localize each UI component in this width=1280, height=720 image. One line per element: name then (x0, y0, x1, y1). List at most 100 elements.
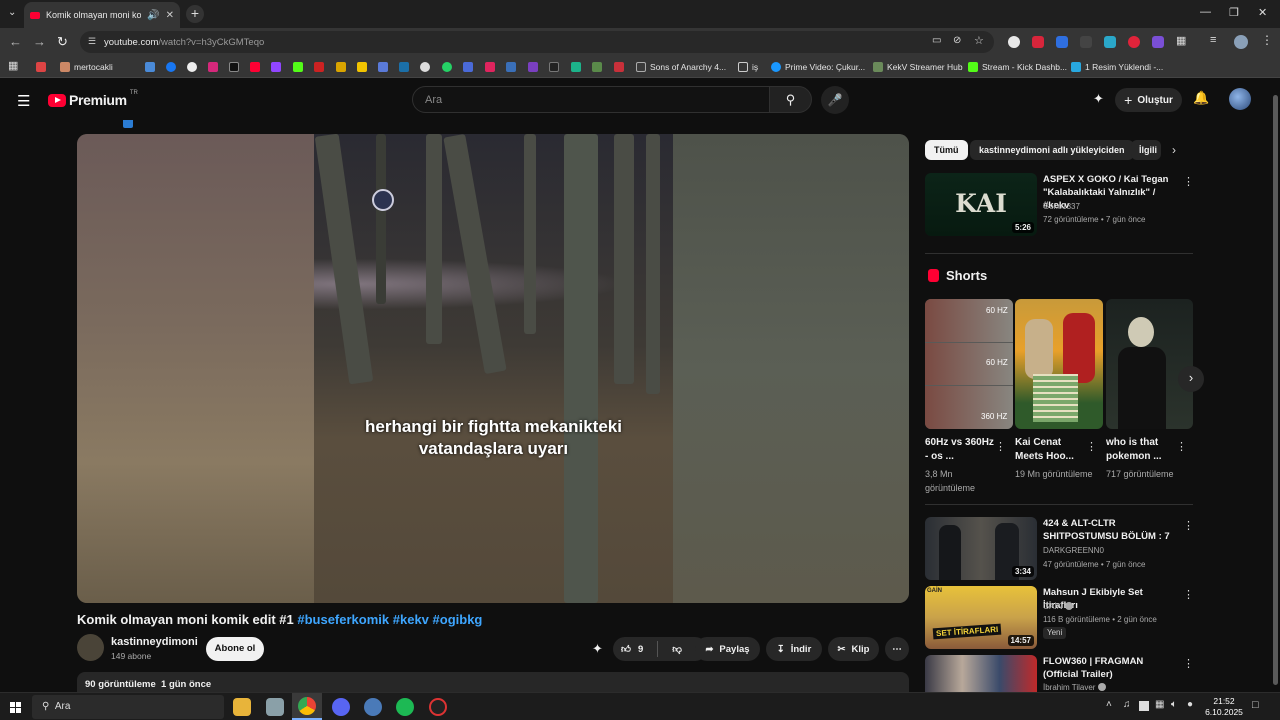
minimize-icon[interactable]: — (1200, 6, 1211, 18)
google-icon[interactable] (187, 62, 197, 72)
more-options-icon[interactable]: ⋮ (1086, 440, 1097, 453)
channel-avatar[interactable] (77, 634, 104, 661)
chip-related[interactable]: İlgili (1131, 140, 1161, 160)
notifications-icon[interactable]: □ (1252, 699, 1259, 711)
close-tab-icon[interactable]: ✕ (166, 10, 174, 21)
forward-icon[interactable]: → (33, 34, 46, 49)
extension-icon[interactable] (1128, 36, 1140, 48)
bookmark-favicon-icon[interactable] (549, 62, 559, 72)
restore-icon[interactable]: ❐ (1229, 6, 1239, 19)
short-title[interactable]: 60Hz vs 360Hz - os ... (925, 436, 1000, 464)
apps-grid-icon[interactable]: ▦ (8, 59, 18, 72)
close-window-icon[interactable]: ✕ (1258, 6, 1267, 19)
video-title[interactable]: 424 & ALT-CLTR SHITPOSTUMSU BÖLÜM : 7 (1043, 517, 1178, 543)
discord-icon[interactable] (332, 698, 350, 716)
back-icon[interactable]: ← (9, 34, 22, 49)
browser-tab-active[interactable]: Komik olmayan moni komik edit #1 #busefe… (24, 2, 180, 28)
dislike-button[interactable]: 👎︎ (672, 643, 682, 655)
share-button[interactable]: ➦ Paylaş (695, 637, 760, 661)
bookmark-favicon-icon[interactable] (506, 62, 516, 72)
extension-icon[interactable] (1056, 36, 1068, 48)
x-icon[interactable] (229, 62, 239, 72)
twitch-icon[interactable] (271, 62, 281, 72)
create-button[interactable]: + Oluştur (1115, 88, 1182, 112)
instagram-icon[interactable] (208, 62, 218, 72)
hashtag-link[interactable]: #ogibkg (433, 612, 483, 627)
file-explorer-icon[interactable] (233, 698, 251, 716)
bookmark-favicon-icon[interactable] (571, 62, 581, 72)
bookmark-favicon-icon[interactable] (614, 62, 624, 72)
adblock-icon[interactable] (1032, 36, 1044, 48)
more-options-icon[interactable]: ⋮ (1176, 440, 1187, 453)
bookmark-favicon-icon[interactable] (357, 62, 367, 72)
more-options-icon[interactable]: ⋮ (1183, 657, 1194, 670)
chevron-right-icon[interactable]: › (1172, 143, 1176, 157)
bookmark-favicon-icon[interactable] (485, 62, 495, 72)
account-avatar[interactable] (1229, 88, 1251, 110)
more-options-icon[interactable]: ⋮ (1183, 175, 1194, 188)
kick-icon[interactable] (293, 62, 303, 72)
more-options-icon[interactable]: ⋮ (1183, 588, 1194, 601)
search-button[interactable]: ⚲ (769, 86, 812, 113)
voice-search-button[interactable]: 🎤 (821, 86, 849, 114)
bookmark-item[interactable]: Prime Video: Çukur... (771, 60, 865, 74)
microphone-icon[interactable]: ● (1187, 699, 1193, 710)
video-thumbnail[interactable] (925, 655, 1037, 692)
new-tab-button[interactable]: + (186, 5, 204, 23)
steam-icon[interactable] (399, 62, 409, 72)
video-thumbnail[interactable]: GAİN SET İTİRAFLARI 14:57 (925, 586, 1037, 649)
video-channel[interactable]: Goko1337 (1043, 201, 1080, 213)
bookmark-item[interactable] (36, 60, 46, 74)
bookmark-favicon-icon[interactable] (145, 62, 155, 72)
tray-app-icon[interactable]: ▦ (1155, 699, 1164, 710)
short-thumbnail[interactable]: 60 HZ 60 HZ 360 HZ (925, 299, 1013, 429)
chip-all[interactable]: Tümü (925, 140, 968, 160)
chip-from-uploader[interactable]: kastinneydimoni adlı yükleyiciden (970, 140, 1134, 160)
reload-icon[interactable]: ↻ (57, 34, 68, 50)
shorts-next-button[interactable]: › (1178, 366, 1204, 392)
youtube-icon[interactable] (250, 62, 260, 72)
github-icon[interactable] (420, 62, 430, 72)
taskbar-app-icon[interactable] (429, 698, 447, 716)
reading-list-icon[interactable]: ≡ (1210, 34, 1216, 46)
scrollbar-thumb[interactable] (1273, 95, 1278, 685)
bookmark-favicon-icon[interactable] (463, 62, 473, 72)
video-thumbnail[interactable]: 3:34 (925, 517, 1037, 580)
guide-menu-icon[interactable]: ☰ (17, 92, 30, 110)
gemini-sparkle-icon[interactable]: ✦ (1093, 91, 1104, 107)
site-info-icon[interactable]: ☰ (88, 36, 96, 47)
taskbar-app-icon[interactable] (364, 698, 382, 716)
bookmark-folder[interactable]: iş (738, 60, 758, 74)
bookmark-favicon-icon[interactable] (314, 62, 324, 72)
show-hidden-icons-icon[interactable]: ˄ (1106, 699, 1112, 710)
taskbar-clock[interactable]: 21:52 6.10.2025 (1204, 696, 1244, 718)
tab-search-icon[interactable]: ⌄ (8, 7, 16, 18)
audio-playing-icon[interactable]: 🔊 (147, 10, 159, 21)
calculator-icon[interactable] (266, 698, 284, 716)
tray-app-icon[interactable] (1139, 701, 1149, 711)
facebook-icon[interactable] (166, 62, 176, 72)
browser-menu-icon[interactable]: ⋮ (1261, 33, 1273, 47)
bookmark-star-icon[interactable]: ☆ (974, 34, 984, 47)
bookmark-favicon-icon[interactable] (592, 62, 602, 72)
whatsapp-icon[interactable] (442, 62, 452, 72)
channel-name[interactable]: kastinneydimoni (111, 636, 198, 648)
address-bar[interactable]: ☰ youtube.com/watch?v=h3yCkGMTeqo ▭ ⊘ ☆ (80, 31, 994, 53)
extension-icon[interactable] (1104, 36, 1116, 48)
extension-icon[interactable] (1080, 36, 1092, 48)
hashtag-link[interactable]: #buseferkomik (297, 612, 389, 627)
notifications-bell-icon[interactable]: 🔔 (1193, 90, 1209, 106)
download-button[interactable]: ↧ İndir (766, 637, 822, 661)
video-channel-row[interactable]: GAİN (1043, 601, 1073, 613)
spotify-icon[interactable] (396, 698, 414, 716)
bookmark-item[interactable]: Stream - Kick Dashb... (968, 60, 1067, 74)
more-actions-button[interactable]: ⋯ (885, 637, 909, 661)
more-options-icon[interactable]: ⋮ (995, 440, 1006, 453)
subscribe-button[interactable]: Abone ol (206, 637, 264, 661)
clip-button[interactable]: ✂ Klip (828, 637, 879, 661)
short-title[interactable]: who is that pokemon ... (1106, 436, 1181, 464)
more-options-icon[interactable]: ⋮ (1183, 519, 1194, 532)
bookmark-item[interactable]: Sons of Anarchy 4... (636, 60, 726, 74)
bookmark-item[interactable]: 1 Resim Yüklendi -... (1071, 60, 1163, 74)
video-title[interactable]: FLOW360 | FRAGMAN (Official Trailer) (1043, 655, 1178, 681)
